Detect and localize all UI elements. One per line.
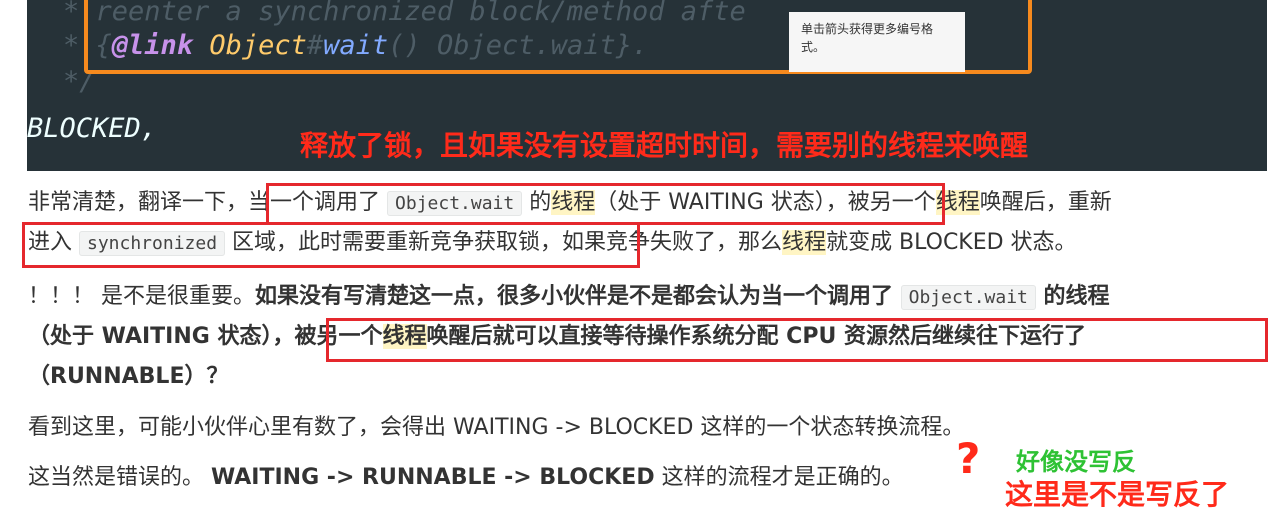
paragraph-4: 这当然是错误的。 WAITING -> RUNNABLE -> BLOCKED … [28, 465, 904, 490]
inline-code: Object.wait [900, 285, 1036, 310]
code-enum-blocked: BLOCKED, [27, 113, 158, 144]
annotation-box-3 [326, 318, 1268, 362]
paragraph-2-line-1: ！！！ 是不是很重要。如果没有写清楚这一点，很多小伙伴是不是都会认为当一个调用了… [28, 284, 1110, 310]
annotation-box-1 [266, 183, 945, 225]
annotation-release-lock: 释放了锁，且如果没有设置超时时间，需要别的线程来唤醒 [300, 129, 1029, 162]
highlight-thread: 线程 [782, 230, 827, 255]
annotation-not-reversed: 好像没写反 [1016, 448, 1136, 476]
annotation-reversed-question: 这里是不是写反了 [1005, 478, 1230, 511]
paragraph-2-line-3: （RUNNABLE）？ [28, 364, 229, 389]
numbering-tooltip: 单击箭头获得更多编号格式。 [789, 12, 965, 72]
question-mark-annotation: ? [956, 434, 981, 483]
annotation-box-2 [22, 222, 640, 268]
paragraph-3: 看到这里，可能小伙伴心里有数了，会得出 WAITING -> BLOCKED 这… [28, 415, 965, 440]
